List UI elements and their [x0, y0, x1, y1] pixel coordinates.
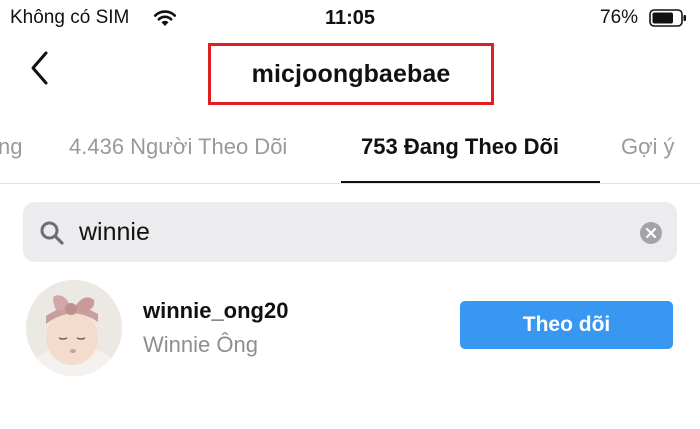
back-button[interactable] — [22, 50, 56, 90]
follow-button[interactable]: Theo dõi — [460, 301, 673, 349]
username[interactable]: winnie_ong20 — [143, 298, 288, 324]
avatar[interactable] — [26, 280, 122, 376]
search-bar[interactable] — [23, 202, 677, 262]
tab-suggestions[interactable]: Gợi ý — [621, 134, 675, 160]
chevron-left-icon — [28, 50, 50, 91]
tab-bar: ng 4.436 Người Theo Dõi 753 Đang Theo Dõ… — [0, 112, 700, 184]
search-icon — [39, 220, 65, 246]
tab-active-indicator — [341, 181, 600, 183]
tab-partial[interactable]: ng — [0, 134, 22, 160]
search-input[interactable] — [79, 211, 639, 253]
page-title: micjoongbaebae — [251, 59, 451, 88]
title-highlight-box: micjoongbaebae — [208, 43, 494, 105]
battery-icon — [649, 9, 687, 27]
tab-following[interactable]: 753 Đang Theo Dõi — [361, 134, 559, 160]
list-item[interactable]: winnie_ong20 Winnie Ông Theo dõi — [0, 280, 700, 380]
status-bar: Không có SIM 11:05 76% — [0, 0, 700, 36]
full-name: Winnie Ông — [143, 332, 258, 357]
battery-percent: 76% — [600, 7, 639, 28]
clear-icon[interactable] — [640, 222, 662, 244]
tab-followers[interactable]: 4.436 Người Theo Dõi — [69, 134, 287, 160]
clock: 11:05 — [324, 7, 376, 29]
